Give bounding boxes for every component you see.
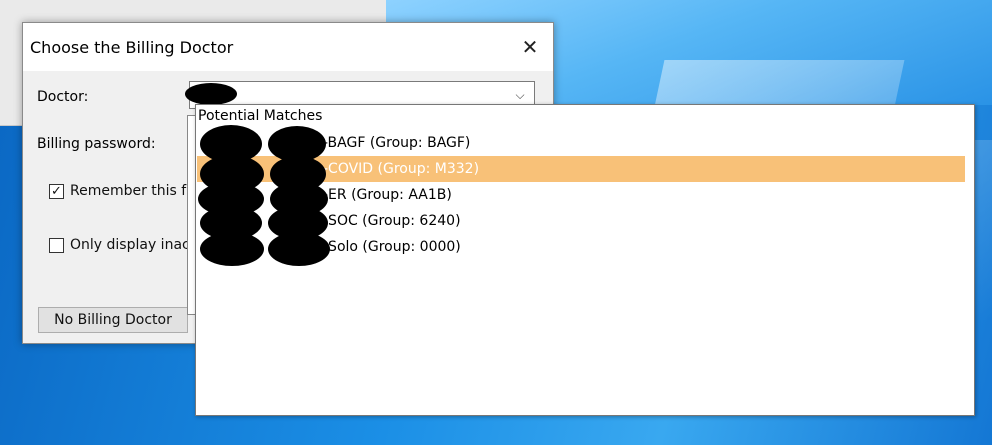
list-item-label: -ER (Group: AA1B) xyxy=(323,187,452,203)
doctor-label: Doctor: xyxy=(37,89,89,105)
remember-checkbox[interactable]: ✓ Remember this f xyxy=(49,183,186,199)
only-inactive-label: Only display inac xyxy=(70,237,190,253)
remember-label: Remember this f xyxy=(70,183,187,199)
no-billing-doctor-button[interactable]: No Billing Doctor xyxy=(38,307,188,333)
list-item-label: -COVID (Group: M332) xyxy=(323,161,480,177)
redaction-mark xyxy=(185,83,237,105)
checkbox-unchecked-icon[interactable] xyxy=(49,237,64,253)
list-item-label: -Solo (Group: 0000) xyxy=(323,239,461,255)
potential-matches-header: Potential Matches xyxy=(198,108,323,124)
redaction-mark xyxy=(200,232,264,266)
close-button[interactable]: ✕ xyxy=(507,23,553,71)
list-item-label: -BAGF (Group: BAGF) xyxy=(323,135,471,151)
only-inactive-checkbox[interactable]: Only display inac xyxy=(49,237,190,253)
close-icon: ✕ xyxy=(521,35,539,59)
billing-password-label: Billing password: xyxy=(37,136,156,152)
dialog-titlebar: Choose the Billing Doctor ✕ xyxy=(23,23,553,71)
redaction-mark xyxy=(268,232,330,266)
list-item-label: -SOC (Group: 6240) xyxy=(323,213,461,229)
checkbox-checked-icon[interactable]: ✓ xyxy=(49,183,64,199)
dialog-title: Choose the Billing Doctor xyxy=(30,38,234,57)
